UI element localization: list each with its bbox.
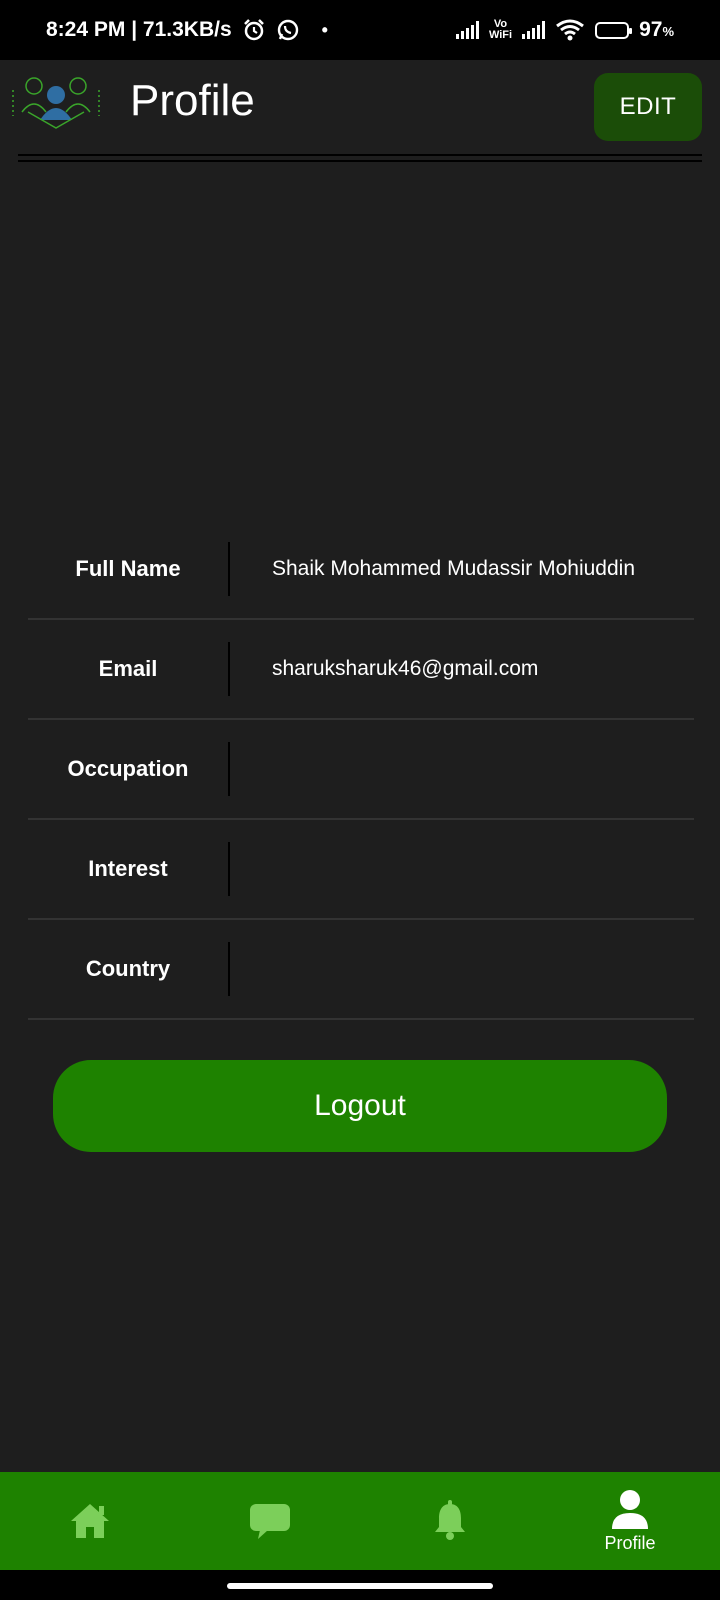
alarm-icon [243, 19, 264, 41]
battery-unit: % [662, 24, 674, 39]
signal-2-icon [522, 21, 546, 39]
country-label: Country [85, 956, 171, 981]
nav-item-chat[interactable] [180, 1472, 360, 1570]
vowifi-bottom: WiFi [488, 29, 513, 41]
header-divider-2 [18, 160, 702, 162]
header-divider [18, 154, 702, 156]
battery-value: 97 [639, 18, 663, 41]
whatsapp-icon [277, 19, 298, 41]
wifi-icon [556, 19, 584, 41]
bottom-navigation: Profile [0, 1472, 720, 1570]
email-label: Email [98, 656, 158, 681]
full-name-value: Shaik Mohammed Mudassir Mohiuddin [272, 557, 635, 580]
status-bar-left: 8:24 PM | 71.3KB/s • [46, 18, 328, 42]
nav-label-profile: Profile [604, 1532, 656, 1553]
chat-icon [250, 1504, 290, 1539]
row-separator [228, 942, 230, 996]
nav-item-home[interactable] [0, 1472, 180, 1570]
status-bar: 8:24 PM | 71.3KB/s • Vo WiFi 97% [0, 0, 720, 60]
battery-percent: 97% [639, 18, 674, 42]
people-group-logo-icon [12, 77, 100, 129]
row-separator [228, 842, 230, 896]
edit-button[interactable]: EDIT [594, 73, 702, 141]
nav-item-profile[interactable]: Profile [540, 1472, 720, 1570]
status-time-speed: 8:24 PM | 71.3KB/s [46, 18, 232, 41]
status-bar-right: Vo WiFi 97% [455, 18, 674, 42]
person-icon [612, 1489, 648, 1529]
vowifi-indicator: Vo WiFi [489, 19, 512, 41]
profile-row-interest: Interest [28, 820, 694, 920]
bell-icon [435, 1500, 465, 1540]
battery-icon [595, 21, 633, 39]
profile-details-table: Full Name Shaik Mohammed Mudassir Mohiud… [28, 520, 694, 1020]
logout-button[interactable]: Logout [53, 1060, 667, 1152]
full-name-label: Full Name [75, 556, 181, 581]
app-bar: Profile EDIT [0, 60, 720, 160]
nav-item-notifications[interactable] [360, 1472, 540, 1570]
notification-dot-icon: • [321, 19, 328, 40]
profile-row-occupation: Occupation [28, 720, 694, 820]
profile-row-full-name: Full Name Shaik Mohammed Mudassir Mohiud… [28, 520, 694, 620]
interest-label: Interest [88, 856, 168, 881]
home-gesture-indicator[interactable] [227, 1583, 493, 1589]
row-separator [228, 742, 230, 796]
email-value: sharuksharuk46@gmail.com [272, 657, 539, 680]
profile-row-country: Country [28, 920, 694, 1020]
page-title: Profile [130, 76, 255, 125]
profile-row-email: Email sharuksharuk46@gmail.com [28, 620, 694, 720]
signal-icon [455, 21, 479, 39]
occupation-label: Occupation [67, 756, 189, 781]
home-icon [71, 1504, 109, 1538]
